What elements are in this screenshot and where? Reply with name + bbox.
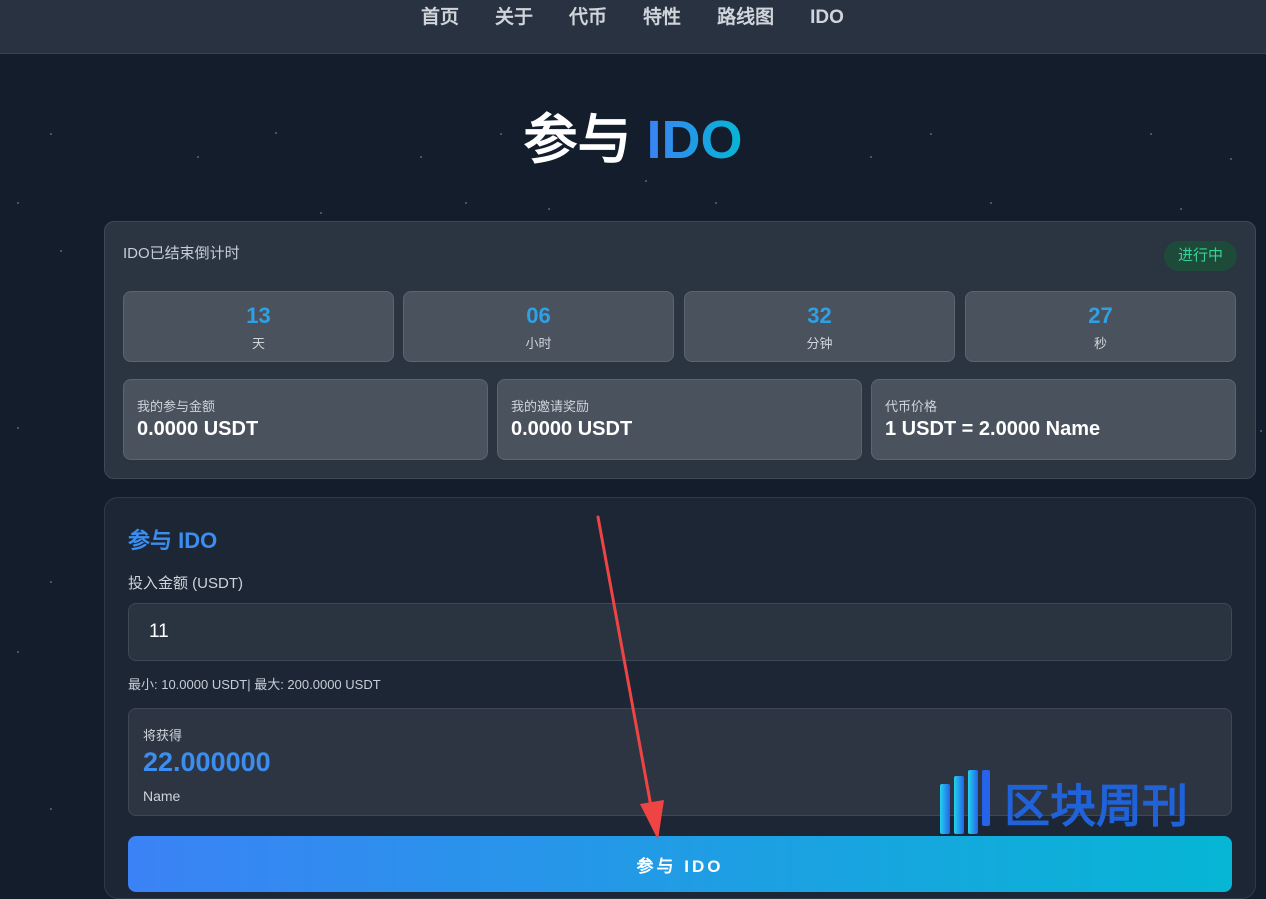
invite-reward-value: 0.0000 USDT: [511, 418, 633, 440]
receive-unit: Name: [143, 788, 181, 804]
ido-status-panel: IDO已结束倒计时 进行中 13 天 06 小时 32 分钟 27 秒 我的参与…: [104, 221, 1256, 479]
amount-label: 投入金额 (USDT): [128, 575, 243, 592]
countdown-seconds-value: 27: [1088, 303, 1113, 328]
nav-link-ido[interactable]: IDO: [810, 6, 844, 30]
status-badge: 进行中: [1163, 241, 1237, 271]
countdown-hours: 06 小时: [403, 291, 674, 362]
countdown-hours-value: 06: [526, 303, 551, 328]
form-title: 参与 IDO: [128, 528, 218, 553]
page-title-main: 参与: [523, 110, 632, 170]
countdown-minutes: 32 分钟: [684, 291, 955, 362]
amount-limits: 最小: 10.0000 USDT| 最大: 200.0000 USDT: [128, 677, 381, 692]
nav-link-features[interactable]: 特性: [643, 6, 681, 30]
countdown-days-value: 13: [246, 303, 271, 328]
invite-reward-card: 我的邀请奖励 0.0000 USDT: [497, 379, 862, 460]
page-title-accent: IDO: [646, 110, 743, 170]
token-price-value: 1 USDT = 2.0000 Name: [885, 418, 1101, 440]
nav-link-roadmap[interactable]: 路线图: [717, 6, 774, 30]
top-navbar: 首页 关于 代币 特性 路线图 IDO: [0, 0, 1266, 54]
token-price-card: 代币价格 1 USDT = 2.0000 Name: [871, 379, 1236, 460]
page-title: 参与 IDO: [0, 108, 1266, 172]
nav-link-home[interactable]: 首页: [421, 6, 459, 30]
countdown-days-unit: 天: [251, 336, 265, 351]
countdown-hours-unit: 小时: [525, 336, 552, 351]
my-contribution-label: 我的参与金额: [137, 399, 216, 414]
countdown-label: IDO已结束倒计时: [123, 245, 240, 262]
receive-preview: 将获得 22.000000 Name: [128, 708, 1232, 816]
token-price-label: 代币价格: [885, 399, 938, 414]
nav-link-about[interactable]: 关于: [495, 6, 533, 30]
countdown-minutes-value: 32: [807, 303, 832, 328]
my-contribution-value: 0.0000 USDT: [137, 418, 259, 440]
countdown-seconds-unit: 秒: [1093, 336, 1107, 351]
my-contribution-card: 我的参与金额 0.0000 USDT: [123, 379, 488, 460]
nav-links: 首页 关于 代币 特性 路线图 IDO: [421, 6, 844, 30]
nav-link-token[interactable]: 代币: [569, 6, 607, 30]
invite-reward-label: 我的邀请奖励: [511, 399, 590, 414]
countdown-minutes-unit: 分钟: [806, 336, 833, 351]
receive-value: 22.000000: [143, 747, 271, 777]
countdown-seconds: 27 秒: [965, 291, 1236, 362]
countdown-days: 13 天: [123, 291, 394, 362]
amount-input[interactable]: [128, 603, 1232, 661]
ido-participate-form: 参与 IDO 投入金额 (USDT) 最小: 10.0000 USDT| 最大:…: [104, 497, 1256, 899]
receive-label: 将获得: [143, 728, 183, 743]
